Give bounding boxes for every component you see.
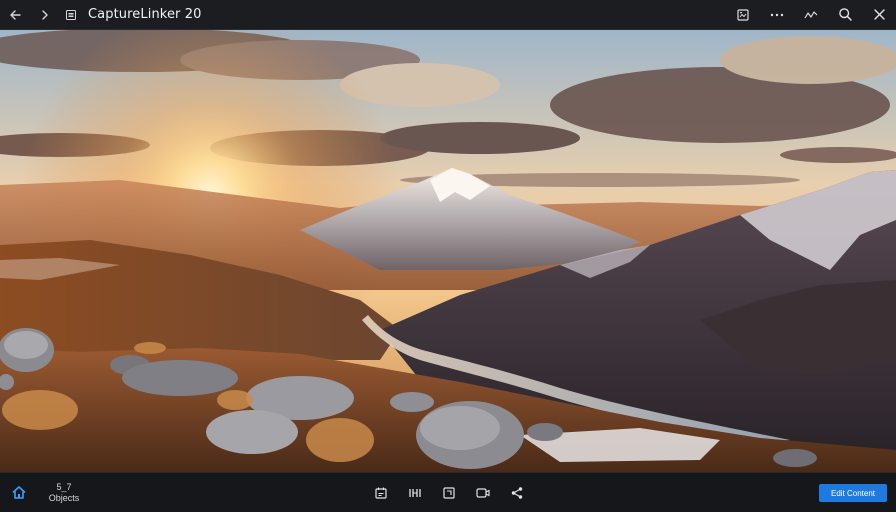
home-icon [12, 486, 26, 499]
share-button[interactable] [500, 473, 534, 512]
menu-button[interactable] [60, 0, 82, 30]
objects-label: Objects [48, 492, 80, 503]
list-icon [66, 9, 76, 20]
bottom-toolbar: 5_7 Objects Edit Content [0, 472, 896, 512]
compare-icon [409, 489, 421, 497]
objects-counter[interactable]: 5_7 Objects [42, 473, 86, 512]
close-button[interactable] [862, 0, 896, 30]
crop-button[interactable] [432, 473, 466, 512]
record-icon [476, 488, 490, 498]
calendar-icon [375, 487, 387, 499]
image-edit-button[interactable] [726, 0, 760, 30]
search-button[interactable] [828, 0, 862, 30]
record-button[interactable] [466, 473, 500, 512]
image-edit-icon [737, 8, 749, 21]
app-title: CaptureLinker 20 [88, 7, 202, 22]
compare-button[interactable] [398, 473, 432, 512]
center-tools [364, 473, 534, 512]
back-button[interactable] [0, 0, 30, 30]
landscape-photo [0, 30, 896, 472]
chevron-right-icon [42, 9, 48, 20]
arrow-left-icon [10, 9, 21, 20]
image-viewer[interactable] [0, 30, 896, 472]
crop-icon [443, 487, 455, 499]
effects-button[interactable] [794, 0, 828, 30]
search-icon [838, 8, 852, 21]
edit-content-button[interactable]: Edit Content [819, 484, 887, 502]
toolbar-actions [726, 0, 896, 30]
share-icon [511, 487, 523, 499]
effects-icon [804, 10, 818, 18]
forward-button[interactable] [30, 0, 60, 30]
more-button[interactable] [760, 0, 794, 30]
close-icon [873, 9, 885, 20]
more-icon [770, 13, 784, 16]
home-button[interactable] [0, 473, 38, 512]
objects-count: 5_7 [56, 481, 72, 492]
top-toolbar: CaptureLinker 20 [0, 0, 896, 30]
calendar-button[interactable] [364, 473, 398, 512]
